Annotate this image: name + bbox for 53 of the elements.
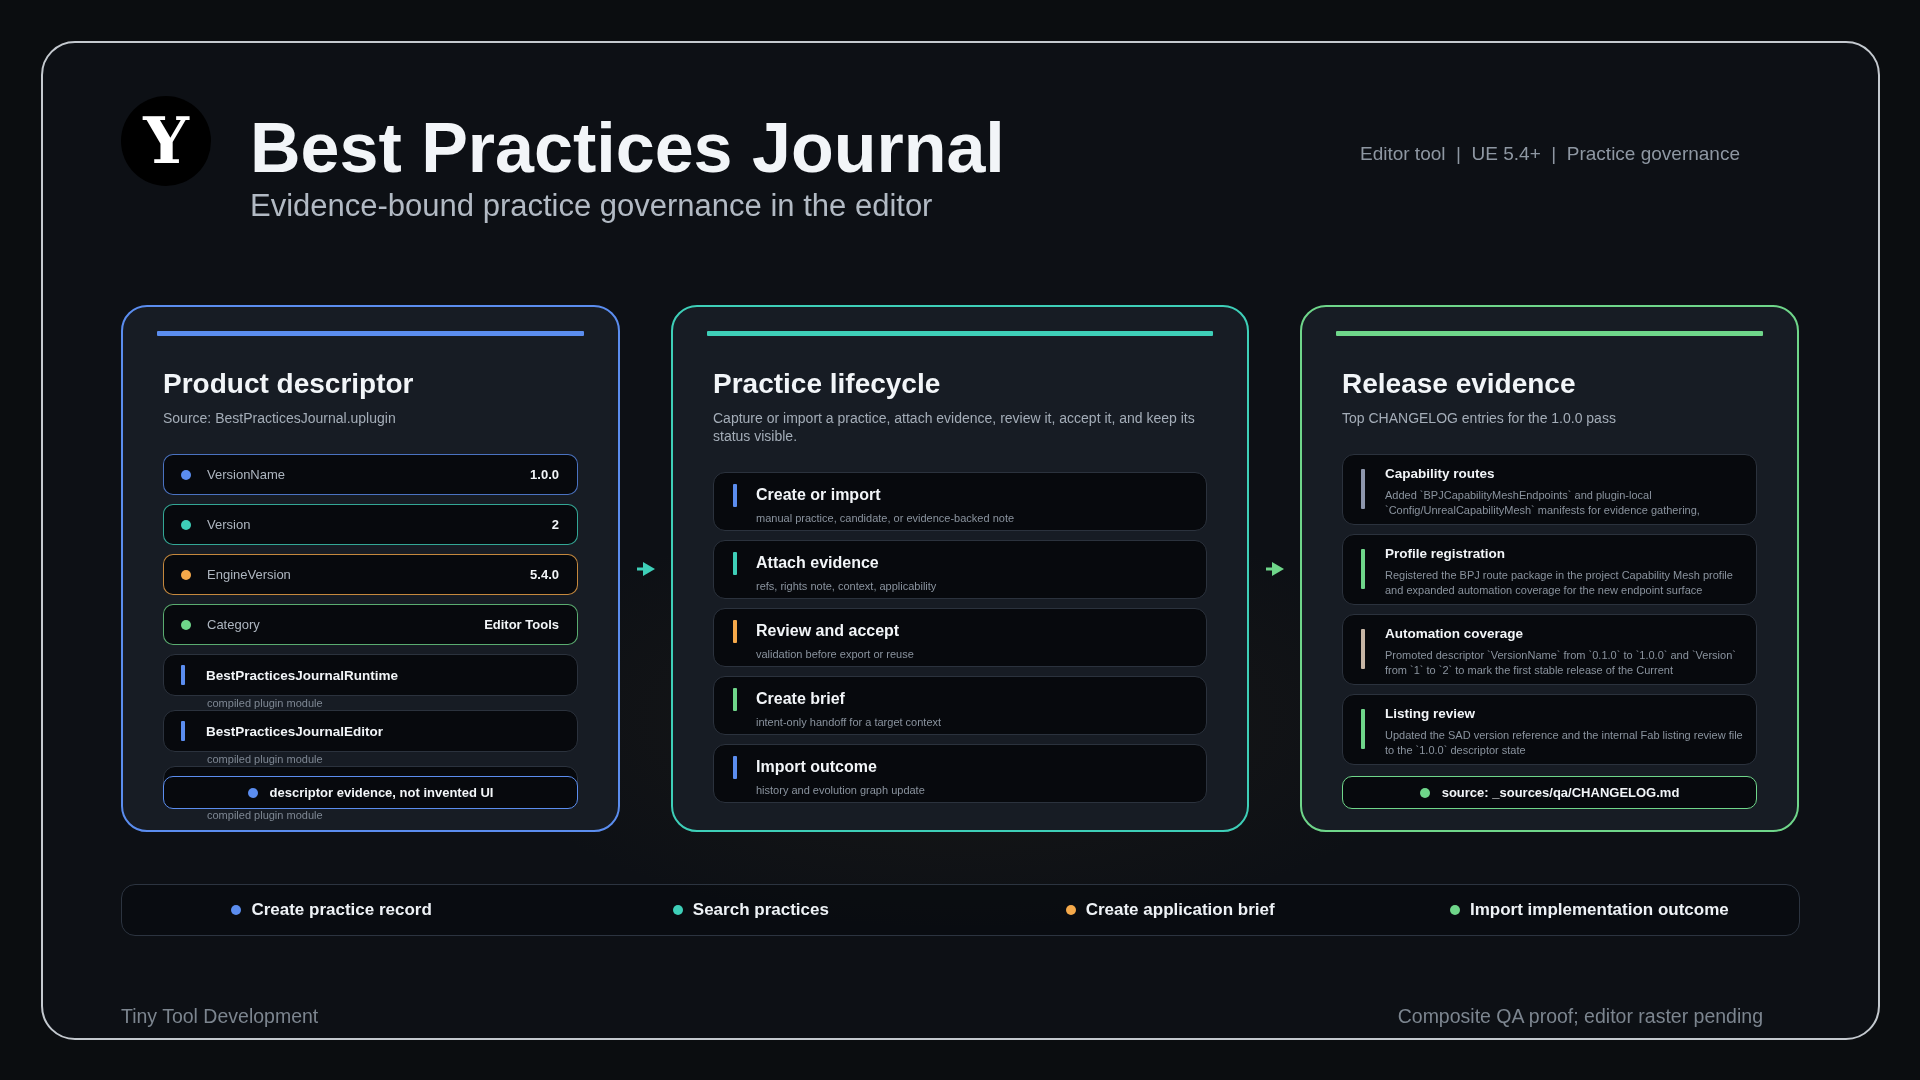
- entry-detail: Updated the SAD version reference and the internal Fab listing review file to the `1.0.0` descriptor state: [1385, 728, 1744, 758]
- action-label: Search practices: [692, 900, 829, 920]
- step-detail: validation before export or reuse: [756, 647, 914, 661]
- badge-text: descriptor evidence, not invented UI: [269, 785, 494, 800]
- badge-text: source: _sources/qa/CHANGELOG.md: [1441, 785, 1680, 800]
- action-label: Create application brief: [1085, 900, 1275, 920]
- field-value: 2: [551, 517, 559, 532]
- card-subtitle: Top CHANGELOG entries for the 1.0.0 pass: [1342, 409, 1617, 427]
- field-label: EngineVersion: [207, 567, 291, 582]
- footer-note: Composite QA proof; editor raster pending: [1397, 1004, 1763, 1028]
- card-title: Practice lifecycle: [713, 367, 942, 401]
- module-detail: compiled plugin module: [207, 809, 323, 822]
- logo: Y: [121, 96, 211, 186]
- header-meta: Editor tool | UE 5.4+ | Practice governance: [1359, 142, 1740, 166]
- entry-title: Automation coverage: [1385, 625, 1524, 643]
- step-title: Review and accept: [756, 621, 900, 641]
- footer-credit: Tiny Tool Development: [121, 1004, 319, 1028]
- step-detail: manual practice, candidate, or evidence-backed note: [756, 511, 1015, 525]
- entry-detail: Added `BPJCapabilityMeshEndpoints` and plugin-local `Config/UnrealCapabilityMesh` manifests for evidence gathering,: [1385, 488, 1701, 518]
- action-label: Create practice record: [251, 900, 432, 920]
- field-label: Category: [207, 617, 260, 632]
- field-label: VersionName: [207, 467, 286, 482]
- step-detail: refs, rights note, context, applicability: [756, 579, 937, 593]
- step-detail: history and evolution graph update: [756, 783, 925, 797]
- module-name: BestPracticesJournalRuntime: [206, 667, 399, 683]
- arrow-right-icon: [636, 561, 655, 576]
- entry-title: Profile registration: [1385, 545, 1506, 563]
- app-subtitle: Evidence-bound practice governance in the editor: [250, 188, 934, 224]
- step-title: Import outcome: [756, 757, 877, 777]
- step-detail: intent-only handoff for a target context: [756, 715, 942, 729]
- card-subtitle: Capture or import a practice, attach evidence, review it, accept it, and keep its status visible.: [713, 409, 1196, 445]
- app-title: Best Practices Journal: [250, 113, 1005, 183]
- step-title: Create brief: [756, 689, 845, 709]
- field-value: Editor Tools: [484, 617, 559, 632]
- entry-title: Capability routes: [1385, 465, 1495, 483]
- arrow-right-icon: [1265, 561, 1284, 576]
- accent-bar-icon: [181, 721, 185, 741]
- accent-bar-icon: [181, 665, 185, 685]
- card-title: Product descriptor: [163, 367, 415, 401]
- card-title: Release evidence: [1342, 367, 1577, 401]
- module-name: BestPracticesJournalEditor: [206, 723, 384, 739]
- module-detail: compiled plugin module: [207, 753, 323, 766]
- action-label: Import implementation outcome: [1469, 900, 1729, 920]
- field-value: 1.0.0: [530, 467, 559, 482]
- field-label: Version: [207, 517, 251, 532]
- field-value: 5.4.0: [530, 567, 559, 582]
- entry-detail: Registered the BPJ route package in the project Capability Mesh profile and expanded automation coverage for the new endpoint surface: [1385, 568, 1734, 598]
- entry-title: Listing review: [1385, 705, 1476, 723]
- module-detail: compiled plugin module: [207, 697, 323, 710]
- step-title: Attach evidence: [756, 553, 879, 573]
- entry-detail: Promoted descriptor `VersionName` from `0.1.0` to `1.0.0` and `Version` from `1` to `2` to mark the first stable release of the Current: [1385, 648, 1737, 678]
- step-title: Create or import: [756, 485, 881, 505]
- card-subtitle: Source: BestPracticesJournal.uplugin: [163, 409, 397, 427]
